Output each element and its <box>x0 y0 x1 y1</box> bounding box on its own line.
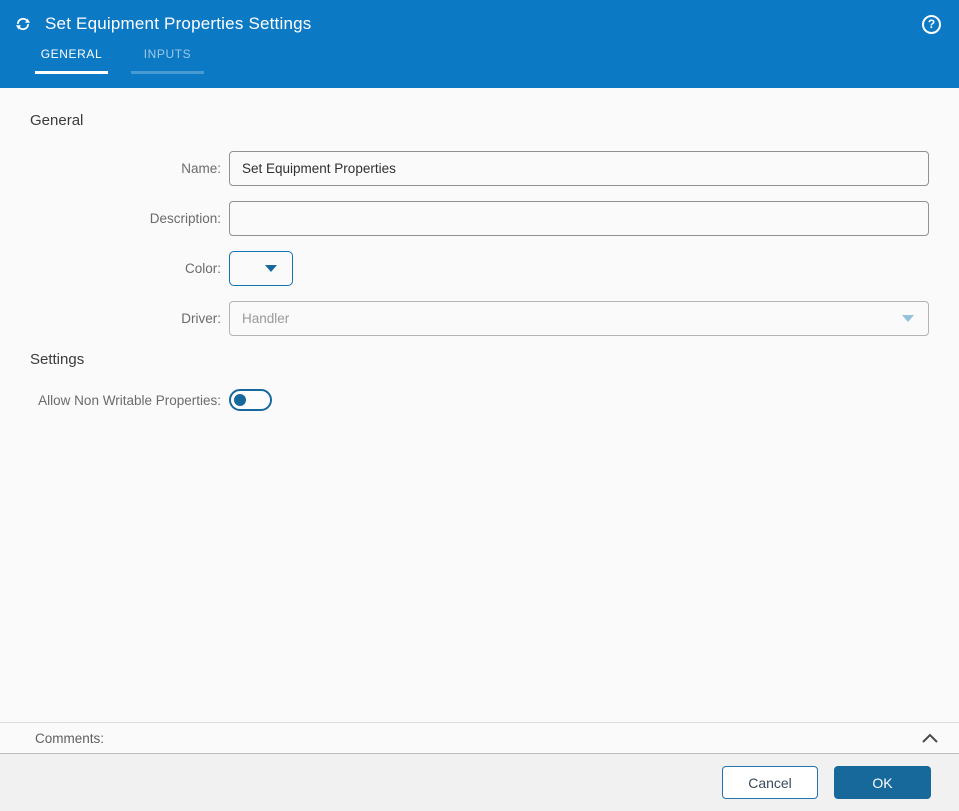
color-row: Color: <box>30 251 929 286</box>
driver-dropdown <box>229 301 929 336</box>
color-dropdown[interactable] <box>229 251 293 286</box>
description-label: Description: <box>149 211 221 226</box>
name-row: Name: <box>30 151 929 186</box>
tab-general[interactable]: GENERAL <box>35 47 108 74</box>
allow-non-writable-row: Allow Non Writable Properties: <box>30 389 929 411</box>
settings-section-heading: Settings <box>30 351 85 368</box>
dialog-footer: Cancel OK <box>0 754 959 811</box>
allow-non-writable-label: Allow Non Writable Properties: <box>38 392 221 408</box>
ok-button[interactable]: OK <box>834 766 931 799</box>
tab-bar: GENERAL INPUTS <box>35 47 959 74</box>
toggle-knob <box>234 394 246 406</box>
driver-label: Driver: <box>181 311 221 326</box>
help-icon[interactable]: ? <box>922 14 941 34</box>
cancel-button[interactable]: Cancel <box>722 766 818 799</box>
description-row: Description: <box>30 201 929 236</box>
help-glyph: ? <box>927 17 936 31</box>
name-input[interactable] <box>229 151 929 186</box>
color-label: Color: <box>184 261 221 276</box>
chevron-down-icon <box>265 265 277 272</box>
allow-non-writable-toggle[interactable] <box>229 389 272 411</box>
comments-bar[interactable]: Comments: <box>0 722 959 754</box>
driver-row: Driver: <box>30 301 929 336</box>
tab-inputs[interactable]: INPUTS <box>131 47 204 74</box>
settings-dialog: Set Equipment Properties Settings ? GENE… <box>0 0 959 811</box>
comments-label: Comments: <box>35 730 105 746</box>
name-label: Name: <box>181 161 221 176</box>
chevron-up-icon[interactable] <box>921 733 939 744</box>
chevron-down-icon <box>902 315 914 322</box>
sync-arrows-icon <box>15 17 31 31</box>
dialog-header: Set Equipment Properties Settings ? GENE… <box>0 0 959 88</box>
description-input[interactable] <box>229 201 929 236</box>
dialog-body: General Name: Description: Color: Driver… <box>0 88 959 411</box>
dialog-title: Set Equipment Properties Settings <box>45 14 312 33</box>
general-section-heading: General <box>30 112 84 129</box>
